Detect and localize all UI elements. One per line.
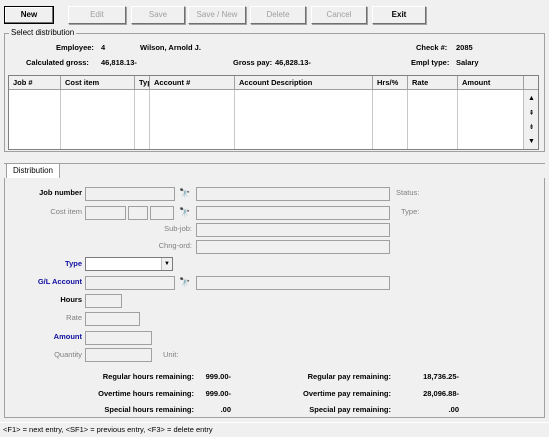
grid-col-divider [134,90,135,149]
job-number-label: Job number [39,188,82,197]
chng-ord-field [196,240,390,254]
status-bar: <F1> = next entry, <SF1> = previous entr… [0,422,549,436]
col-type[interactable]: Type [135,76,150,90]
save-new-button[interactable]: Save / New [188,6,246,24]
scroll-top-icon[interactable]: ▲ [526,93,537,105]
rate-label: Rate [66,313,82,322]
special-hours-remaining-value: .00 [220,405,231,414]
special-pay-remaining-value: .00 [448,405,459,414]
tab-strip [4,163,545,164]
employee-id: 4 [101,43,106,52]
chevron-down-icon[interactable]: ▼ [161,258,172,270]
exit-button-label: Exit [391,10,407,19]
job-lookup-icon[interactable]: 🔭 [176,187,194,201]
col-job-number[interactable]: Job # [9,76,61,90]
cost-item-field-2[interactable] [128,206,148,220]
grid-col-divider [372,90,373,149]
col-rate[interactable]: Rate [408,76,458,90]
select-distribution-title: Select distribution [9,28,77,37]
job-number-field[interactable] [85,187,175,201]
delete-button-label: Delete [266,10,290,19]
col-account-description[interactable]: Account Description [235,76,373,90]
job-description-field [196,187,390,201]
employee-name: Wilson, Arnold J. [140,43,201,52]
new-button-label: New [20,10,38,19]
edit-button[interactable]: Edit [68,6,126,24]
exit-button[interactable]: Exit [372,6,426,24]
col-amount[interactable]: Amount [458,76,524,90]
gross-pay-label: Gross pay: [233,58,273,67]
special-hours-remaining-label: Special hours remaining: [104,405,194,414]
status-label: Status: [396,188,420,197]
overtime-pay-remaining-label: Overtime pay remaining: [303,389,391,398]
type-select[interactable]: ▼ [85,257,173,271]
cost-item-label: Cost item [50,207,82,216]
grid-col-divider [149,90,150,149]
col-cost-item[interactable]: Cost item [61,76,135,90]
col-account-number[interactable]: Account # [150,76,235,90]
grid-col-divider [234,90,235,149]
cost-item-field-3[interactable] [150,206,174,220]
type-right-label: Type: [401,207,420,216]
grid-header: Job # Cost item Type Account # Account D… [9,76,538,90]
tab-distribution-label: Distribution [12,166,53,175]
regular-hours-remaining-value: 999.00- [205,372,231,381]
save-button[interactable]: Save [131,6,185,24]
check-number: 2085 [456,43,473,52]
scroll-bottom-icon[interactable]: ▼ [526,136,537,148]
type-label: Type [65,259,82,268]
quantity-field[interactable] [85,348,152,362]
regular-pay-remaining-value: 18,736.25- [423,372,459,381]
distribution-grid[interactable]: Job # Cost item Type Account # Account D… [8,75,539,150]
sub-job-field [196,223,390,237]
regular-hours-remaining-label: Regular hours remaining: [102,372,194,381]
amount-label: Amount [53,332,82,341]
rate-field[interactable] [85,312,140,326]
special-pay-remaining-label: Special pay remaining: [309,405,391,414]
check-label: Check #: [416,43,448,52]
gl-account-label: G/L Account [37,277,82,286]
gl-account-field[interactable] [85,276,175,290]
col-hrs-pct[interactable]: Hrs/% [373,76,408,90]
tab-distribution[interactable]: Distribution [6,163,60,178]
scroll-down-icon[interactable]: ⇟ [526,122,537,134]
empl-type-value: Salary [456,58,479,67]
cancel-button-label: Cancel [326,10,352,19]
delete-button[interactable]: Delete [250,6,306,24]
calculated-gross-value: 46,818.13- [101,58,137,67]
overtime-hours-remaining-label: Overtime hours remaining: [98,389,194,398]
save-new-button-label: Save / New [196,10,238,19]
save-button-label: Save [148,10,168,19]
sub-job-label: Sub-job: [164,224,192,233]
gross-pay-value: 46,828.13- [275,58,311,67]
edit-button-label: Edit [90,10,104,19]
grid-scrollbar[interactable]: ▲ ⇞ ⇟ ▼ [523,90,538,149]
cancel-button[interactable]: Cancel [311,6,367,24]
new-button[interactable]: New [4,6,54,24]
employee-label: Employee: [56,43,94,52]
gl-account-lookup-icon[interactable]: 🔭 [176,276,194,290]
cost-item-field-1[interactable] [85,206,126,220]
chng-ord-label: Chng-ord: [158,241,192,250]
unit-label: Unit: [163,350,179,359]
grid-col-divider [407,90,408,149]
regular-pay-remaining-label: Regular pay remaining: [307,372,391,381]
grid-col-divider [60,90,61,149]
overtime-hours-remaining-value: 999.00- [205,389,231,398]
cost-item-lookup-icon[interactable]: 🔭 [176,206,194,220]
calculated-gross-label: Calculated gross: [26,58,89,67]
amount-field[interactable] [85,331,152,345]
scroll-up-icon[interactable]: ⇞ [526,108,537,120]
toolbar: New Edit Save Save / New Delete Cancel E… [0,0,549,26]
hours-field[interactable] [85,294,122,308]
grid-col-divider [457,90,458,149]
empl-type-label: Empl type: [411,58,450,67]
quantity-label: Quantity [54,350,82,359]
hours-label: Hours [60,295,82,304]
overtime-pay-remaining-value: 28,096.88- [423,389,459,398]
cost-item-description-field [196,206,390,220]
gl-account-description-field [196,276,390,290]
